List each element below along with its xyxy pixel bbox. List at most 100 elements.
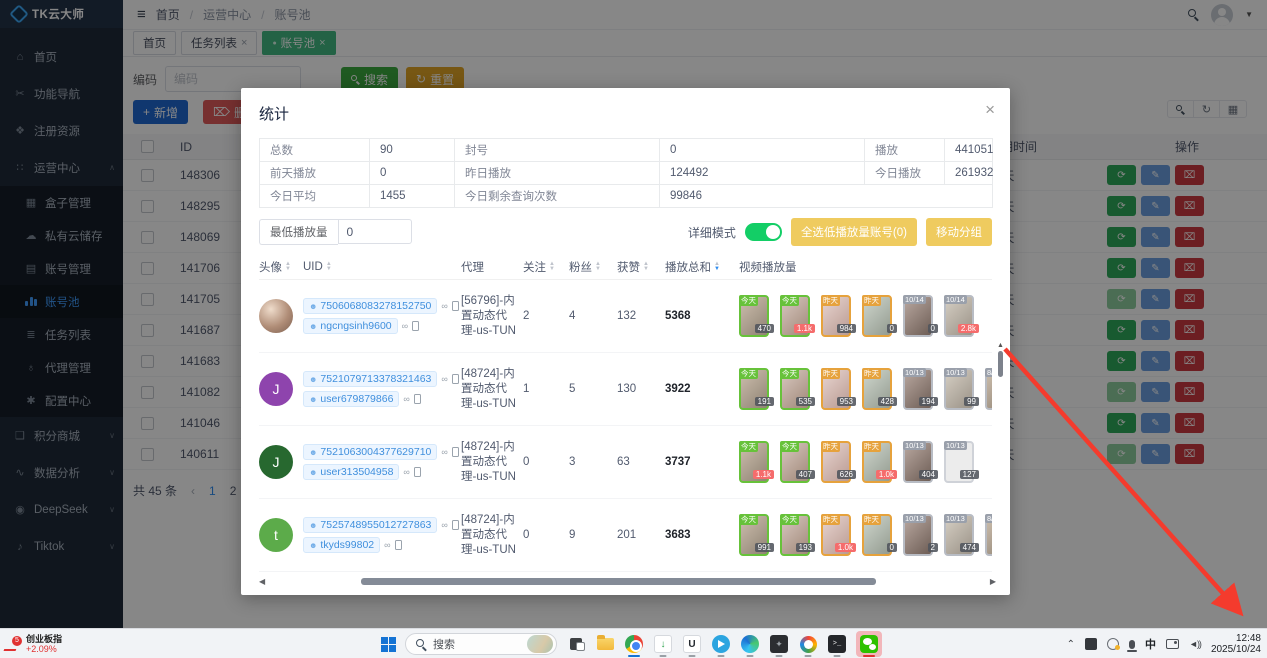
link-icon[interactable]: ∞	[402, 321, 408, 331]
video-thumbnail[interactable]: 昨天1.0k	[821, 514, 851, 556]
vertical-scrollbar[interactable]: ▲	[996, 342, 1005, 377]
ime-indicator[interactable]: 中	[1145, 636, 1156, 652]
dark-app-icon[interactable]: ✦	[769, 631, 789, 657]
video-thumbnail[interactable]: 10/142.8k	[944, 295, 974, 337]
uid-main-chip[interactable]: ☻7506068083278152750	[303, 298, 437, 314]
video-thumbnail[interactable]: 今天1.1k	[739, 441, 769, 483]
sort-carets-icon[interactable]: ▲▼	[595, 262, 601, 272]
col-播放总和[interactable]: 播放总和▲▼	[665, 259, 739, 275]
link-icon[interactable]: ∞	[403, 394, 409, 404]
video-thumbnail[interactable]: 10/132	[903, 514, 933, 556]
avatar[interactable]	[259, 299, 293, 333]
video-thumbnail[interactable]: 今天470	[739, 295, 769, 337]
horizontal-scrollbar[interactable]: ◀ ▶	[259, 576, 996, 587]
tray-app-icon[interactable]	[1085, 638, 1097, 650]
video-thumbnail[interactable]: 昨天953	[821, 368, 851, 410]
phone-icon[interactable]	[395, 540, 402, 550]
video-thumbnail[interactable]: 昨天626	[821, 441, 851, 483]
sort-carets-icon[interactable]: ▲▼	[714, 262, 720, 272]
uid-main-chip[interactable]: ☻7521079713378321463	[303, 371, 437, 387]
col-头像[interactable]: 头像▲▼	[259, 259, 303, 275]
avatar[interactable]: t	[259, 518, 293, 552]
scroll-up-icon[interactable]: ▲	[997, 342, 1004, 349]
video-thumbnail[interactable]: 10/13194	[903, 368, 933, 410]
video-thumbnail[interactable]: 昨天428	[862, 368, 892, 410]
col-关注[interactable]: 关注▲▼	[523, 259, 569, 275]
col-UID[interactable]: UID▲▼	[303, 261, 461, 273]
sort-carets-icon[interactable]: ▲▼	[643, 262, 649, 272]
vertical-scroll-thumb[interactable]	[998, 351, 1003, 377]
task-view-button[interactable]	[566, 631, 586, 657]
link-icon[interactable]: ∞	[403, 467, 409, 477]
video-thumbnail[interactable]: 今天535	[780, 368, 810, 410]
col-粉丝[interactable]: 粉丝▲▼	[569, 259, 617, 275]
phone-icon[interactable]	[414, 467, 421, 477]
uid-name-chip[interactable]: ☻user679879866	[303, 391, 399, 407]
video-thumbnail[interactable]: 今天193	[780, 514, 810, 556]
close-icon[interactable]: ×	[985, 100, 995, 120]
display-icon[interactable]	[1166, 639, 1179, 649]
start-button[interactable]	[381, 637, 396, 652]
video-thumbnail[interactable]: 昨天984	[821, 295, 851, 337]
horizontal-scroll-thumb[interactable]	[361, 578, 876, 585]
chrome-icon[interactable]	[624, 631, 644, 657]
sort-carets-icon[interactable]: ▲▼	[326, 262, 332, 272]
sort-carets-icon[interactable]: ▲▼	[285, 262, 291, 272]
file-explorer-icon[interactable]	[595, 631, 615, 657]
video-thumbnail[interactable]: 8/3	[985, 368, 992, 410]
video-thumbnail[interactable]: 今天991	[739, 514, 769, 556]
video-thumbnail[interactable]: 今天407	[780, 441, 810, 483]
video-thumbnail[interactable]: 10/13474	[944, 514, 974, 556]
video-thumbnail[interactable]: 10/1399	[944, 368, 974, 410]
phone-icon[interactable]	[452, 447, 459, 457]
browser-360-icon[interactable]	[798, 631, 818, 657]
uid-main-chip[interactable]: ☻7525748955012727863	[303, 517, 437, 533]
video-thumbnail[interactable]: 昨天0	[862, 295, 892, 337]
video-thumbnail[interactable]: 10/13127	[944, 441, 974, 483]
link-icon[interactable]: ∞	[441, 447, 447, 457]
speaker-icon[interactable]: ◄))	[1189, 639, 1201, 649]
taskbar-search[interactable]: 搜索	[405, 633, 557, 655]
phone-icon[interactable]	[452, 374, 459, 384]
phone-icon[interactable]	[412, 321, 419, 331]
move-group-button[interactable]: 移动分组	[926, 218, 992, 246]
phone-icon[interactable]	[452, 301, 459, 311]
scroll-right-icon[interactable]: ▶	[990, 577, 996, 586]
video-thumbnail[interactable]: 昨天0	[862, 514, 892, 556]
min-play-input[interactable]	[338, 219, 412, 244]
edge-icon[interactable]	[740, 631, 760, 657]
microphone-icon[interactable]	[1129, 640, 1135, 649]
phone-icon[interactable]	[452, 520, 459, 530]
video-thumbnail[interactable]: 今天191	[739, 368, 769, 410]
link-icon[interactable]: ∞	[441, 374, 447, 384]
taskbar-clock[interactable]: 12:48 2025/10/24	[1211, 633, 1261, 655]
tray-sync-icon[interactable]	[1107, 638, 1119, 650]
uid-name-chip[interactable]: ☻user313504958	[303, 464, 399, 480]
tray-expand-icon[interactable]: ⌃	[1067, 639, 1075, 650]
stock-widget[interactable]: 5 创业板指 +2.09%	[0, 634, 62, 654]
avatar[interactable]: J	[259, 445, 293, 479]
link-icon[interactable]: ∞	[441, 301, 447, 311]
video-thumbnail[interactable]: 昨天1.0k	[862, 441, 892, 483]
terminal-icon[interactable]: >_	[827, 631, 847, 657]
uid-main-chip[interactable]: ☻7521063004377629710	[303, 444, 437, 460]
avatar[interactable]: J	[259, 372, 293, 406]
detail-mode-toggle[interactable]	[745, 223, 782, 241]
video-thumbnail[interactable]: 8/3	[985, 514, 992, 556]
phone-icon[interactable]	[414, 394, 421, 404]
link-icon[interactable]: ∞	[384, 540, 390, 550]
link-icon[interactable]: ∞	[441, 520, 447, 530]
transfer-app-icon[interactable]: ↓	[653, 631, 673, 657]
sort-carets-icon[interactable]: ▲▼	[549, 262, 555, 272]
col-获赞[interactable]: 获赞▲▼	[617, 259, 665, 275]
uid-name-chip[interactable]: ☻tkyds99802	[303, 537, 380, 553]
uc-app-icon[interactable]: U	[682, 631, 702, 657]
select-low-play-button[interactable]: 全选低播放量账号(0)	[791, 218, 917, 246]
wechat-icon[interactable]	[856, 631, 882, 657]
video-thumbnail[interactable]: 今天1.1k	[780, 295, 810, 337]
uid-name-chip[interactable]: ☻ngcngsinh9600	[303, 318, 398, 334]
telegram-icon[interactable]	[711, 631, 731, 657]
scroll-left-icon[interactable]: ◀	[259, 577, 265, 586]
video-thumbnail[interactable]: 10/140	[903, 295, 933, 337]
video-thumbnail[interactable]: 10/13404	[903, 441, 933, 483]
